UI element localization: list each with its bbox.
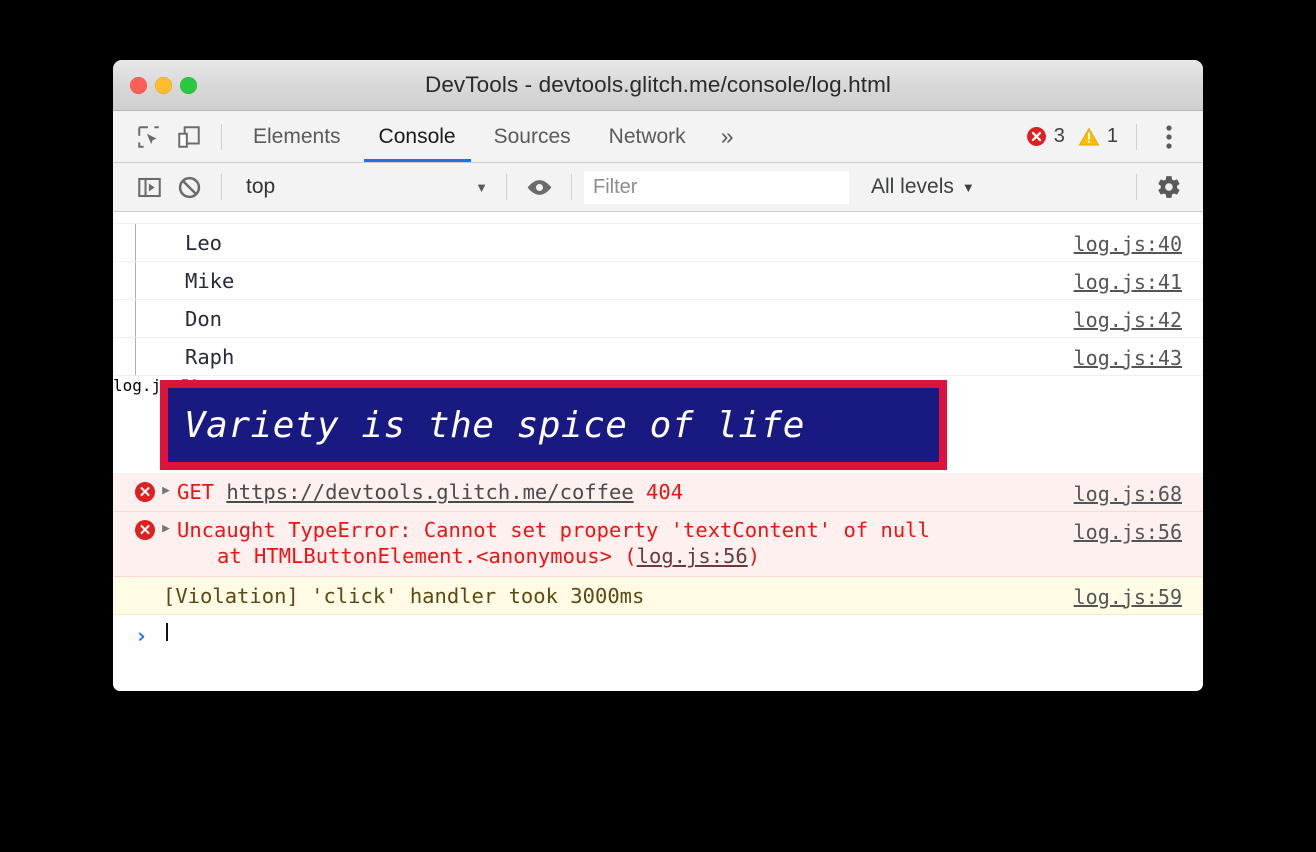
window-title: DevTools - devtools.glitch.me/console/lo… (113, 72, 1203, 98)
expand-arrow-icon[interactable]: ▶ (155, 483, 177, 498)
console-toolbar-divider-2 (506, 174, 507, 200)
warning-count-value: 1 (1107, 125, 1118, 148)
group-indent-bar (135, 338, 136, 375)
message-text: Leo (185, 224, 222, 261)
exception-stack: at HTMLButtonElement.<anonymous> (log.js… (177, 544, 760, 568)
more-tabs-button[interactable]: » (705, 111, 750, 162)
styled-message-border: Variety is the spice of life (160, 380, 947, 470)
chevron-down-icon: ▼ (962, 180, 975, 195)
message-text: Don (185, 300, 222, 337)
tab-network[interactable]: Network (590, 111, 705, 162)
log-levels-select[interactable]: All levels ▼ (849, 175, 975, 199)
chevron-down-icon: ▼ (475, 180, 494, 195)
group-indent-bar (135, 300, 136, 337)
devtools-tabbar: Elements Console Sources Network » 3 (113, 111, 1203, 163)
log-levels-value: All levels (871, 175, 954, 199)
window-titlebar: DevTools - devtools.glitch.me/console/lo… (113, 60, 1203, 111)
inspect-element-icon[interactable] (129, 117, 169, 157)
console-prompt[interactable]: › (113, 615, 1203, 641)
message-text: Mike (185, 262, 234, 299)
toolbar-divider (221, 124, 222, 150)
source-link[interactable]: log.js:41 (1074, 270, 1182, 294)
tab-sources[interactable]: Sources (475, 111, 590, 162)
styled-message-text: Variety is the spice of life (184, 405, 805, 446)
tab-elements[interactable]: Elements (234, 111, 360, 162)
http-status: 404 (646, 480, 683, 504)
tab-console[interactable]: Console (360, 111, 475, 162)
group-indent-bar (135, 224, 136, 261)
console-row-group-item[interactable]: Leo log.js:40 (113, 224, 1203, 262)
console-toolbar-divider-4 (1136, 174, 1137, 200)
stack-frame-text: at HTMLButtonElement.<anonymous> ( (217, 544, 637, 568)
source-link[interactable]: log.js:42 (1074, 308, 1182, 332)
issue-counters[interactable]: 3 1 (1026, 125, 1124, 148)
kebab-menu-icon[interactable] (1149, 117, 1189, 157)
settings-gear-icon[interactable] (1149, 167, 1189, 207)
message-text: Uncaught TypeError: Cannot set property … (177, 512, 930, 575)
clear-console-icon[interactable] (169, 167, 209, 207)
source-link[interactable]: log.js:56 (1074, 520, 1182, 544)
exception-message: Uncaught TypeError: Cannot set property … (177, 518, 930, 542)
error-count-icon (1026, 126, 1047, 147)
error-count-value: 3 (1054, 125, 1065, 148)
expand-arrow-icon[interactable]: ▶ (155, 521, 177, 536)
execution-context-select[interactable]: top ▼ (234, 172, 494, 202)
console-row-group-item[interactable]: Raph log.js:43 (113, 338, 1203, 376)
console-row-network-error[interactable]: ✕ ▶ GET https://devtools.glitch.me/coffe… (113, 474, 1203, 512)
execution-context-value: top (246, 175, 275, 199)
message-text: Raph (185, 338, 234, 375)
console-sidebar-icon[interactable] (129, 167, 169, 207)
console-toolbar: top ▼ All levels ▼ (113, 163, 1203, 212)
console-toolbar-divider-3 (571, 174, 572, 200)
device-toolbar-icon[interactable] (169, 117, 209, 157)
console-row-clipped[interactable]: log.js:39 (113, 212, 1203, 224)
stack-frame-close: ) (748, 544, 760, 568)
console-row-group-item[interactable]: Mike log.js:41 (113, 262, 1203, 300)
devtools-window: DevTools - devtools.glitch.me/console/lo… (113, 60, 1203, 691)
prompt-text-caret[interactable] (166, 623, 168, 641)
group-indent-bar (135, 262, 136, 299)
warning-count-icon (1078, 126, 1100, 147)
filter-input[interactable] (584, 171, 849, 204)
source-link[interactable]: log.js:40 (1074, 232, 1182, 256)
message-text: [Violation] 'click' handler took 3000ms (135, 577, 644, 614)
stack-source-link[interactable]: log.js:56 (637, 544, 748, 568)
console-row-styled-message[interactable]: Variety is the spice of life log.js:52 (113, 376, 1203, 474)
console-row-exception[interactable]: ✕ ▶ Uncaught TypeError: Cannot set prope… (113, 512, 1203, 576)
console-row-warning[interactable]: [Violation] 'click' handler took 3000ms … (113, 577, 1203, 615)
styled-message-box: Variety is the spice of life (168, 388, 939, 462)
error-icon: ✕ (135, 482, 155, 502)
error-icon: ✕ (135, 520, 155, 540)
source-link[interactable]: log.js:68 (1074, 482, 1182, 506)
console-message-list[interactable]: log.js:39 Leo log.js:40 Mike log.js:41 D… (113, 212, 1203, 641)
counters-divider (1136, 124, 1137, 150)
source-link[interactable]: log.js:59 (1074, 585, 1182, 609)
prompt-chevron-icon: › (135, 624, 148, 641)
source-link[interactable]: log.js:43 (1074, 346, 1182, 370)
live-expression-eye-icon[interactable] (519, 167, 559, 207)
message-text: GET https://devtools.glitch.me/coffee 40… (177, 474, 683, 511)
http-method: GET (177, 480, 214, 504)
console-toolbar-divider-1 (221, 174, 222, 200)
console-row-group-item[interactable]: Don log.js:42 (113, 300, 1203, 338)
request-url[interactable]: https://devtools.glitch.me/coffee (226, 480, 633, 504)
panel-tabs: Elements Console Sources Network » (234, 111, 749, 162)
